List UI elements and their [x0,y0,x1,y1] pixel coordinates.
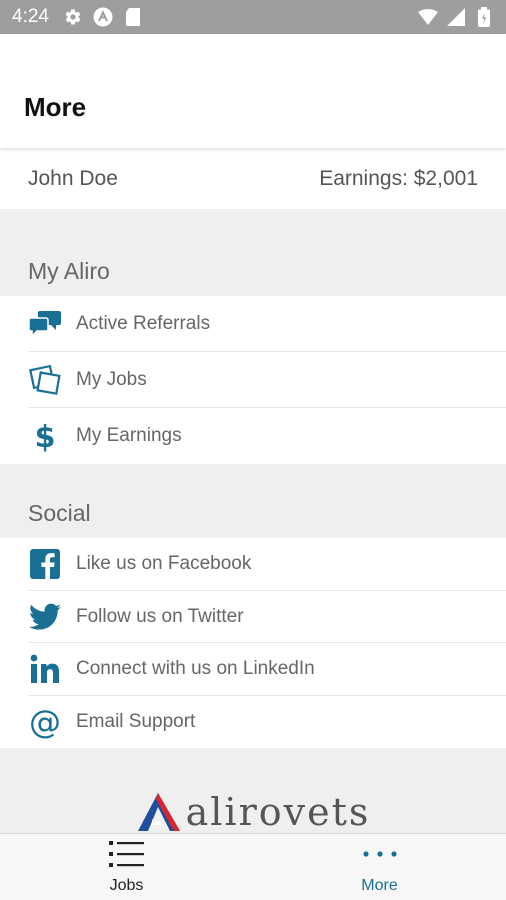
section-header-my-aliro: My Aliro [28,257,110,284]
status-bar: 4:24 [0,0,506,34]
tab-jobs[interactable]: Jobs [0,834,253,900]
my-aliro-menu: Active Referrals My Jobs $ My Earnings [0,296,506,464]
menu-item-my-jobs[interactable]: My Jobs [0,352,506,408]
tab-label: Jobs [109,876,144,894]
dollar-icon: $ [28,419,62,453]
menu-item-active-referrals[interactable]: Active Referrals [0,296,506,352]
list-icon [108,840,145,873]
gear-icon [63,7,83,27]
status-time: 4:24 [12,6,49,27]
signal-icon [446,7,466,27]
facebook-icon [28,547,62,581]
sd-card-icon [123,7,143,27]
user-name: John Doe [28,166,118,190]
linkedin-icon [28,652,62,686]
svg-text:$: $ [35,420,56,453]
more-dots-icon [362,840,398,873]
earnings-value: Earnings: $2,001 [319,166,478,190]
jobs-icon [28,363,62,397]
at-icon: @ [28,705,62,739]
menu-item-label: Email Support [76,710,196,732]
tab-label: More [361,876,398,894]
app-header: More [0,34,506,148]
svg-text:@: @ [29,705,61,739]
alirovets-logo: alirovets [0,790,506,834]
twitter-icon [28,600,62,634]
menu-item-facebook[interactable]: Like us on Facebook [0,538,506,591]
menu-item-label: Connect with us on LinkedIn [76,658,315,680]
menu-item-email-support[interactable]: @ Email Support [0,696,506,749]
menu-item-label: Like us on Facebook [76,553,252,575]
menu-item-label: Active Referrals [76,313,211,334]
a-icon [93,7,113,27]
menu-item-my-earnings[interactable]: $ My Earnings [0,408,506,464]
menu-item-label: My Earnings [76,425,182,446]
logo-mark-icon [137,793,180,831]
battery-icon [474,7,494,27]
status-icons-right [418,7,494,27]
menu-item-label: My Jobs [76,369,147,390]
bottom-nav: Jobs More [0,833,506,900]
chat-bubbles-icon [28,307,62,341]
menu-item-twitter[interactable]: Follow us on Twitter [0,591,506,644]
page-title: More [24,92,87,122]
menu-item-linkedin[interactable]: Connect with us on LinkedIn [0,643,506,696]
menu-item-label: Follow us on Twitter [76,605,244,627]
social-menu: Like us on Facebook Follow us on Twitter… [0,538,506,748]
status-icons-left [63,7,143,27]
section-header-social: Social [28,499,91,526]
user-summary-row: John Doe Earnings: $2,001 [0,148,506,209]
tab-more[interactable]: More [253,834,506,900]
logo-text: alirovets [185,790,371,834]
wifi-icon [418,7,438,27]
